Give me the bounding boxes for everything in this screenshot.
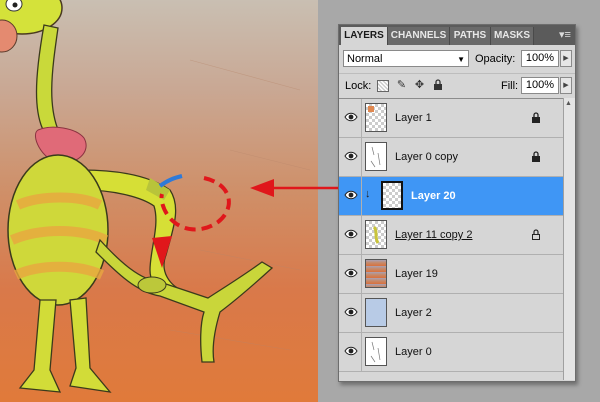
- eye-icon: [344, 307, 358, 317]
- lock-options-row: Lock: ✎ ✥ Fill: 100% ▶: [339, 73, 575, 98]
- layer-row-layer-20[interactable]: ↓ Layer 20: [339, 177, 563, 216]
- fill-label: Fill:: [501, 80, 519, 92]
- lock-transparent-pixels-icon[interactable]: [377, 80, 389, 92]
- layer-row-layer-1[interactable]: Layer 1: [339, 99, 563, 138]
- layer-name: Layer 19: [395, 268, 438, 280]
- opacity-label: Opacity:: [475, 53, 516, 65]
- opacity-input[interactable]: 100%: [521, 50, 559, 67]
- layers-panel: LAYERS CHANNELS PATHS MASKS ▾≡ Normal ▼ …: [338, 24, 576, 382]
- eye-icon: [344, 190, 358, 200]
- layer-thumbnail: [365, 220, 387, 249]
- lock-label: Lock:: [345, 80, 372, 92]
- lock-all-icon[interactable]: [431, 79, 444, 92]
- blend-mode-select[interactable]: Normal ▼: [343, 50, 469, 67]
- visibility-toggle[interactable]: [341, 177, 362, 215]
- blend-mode-value: Normal: [347, 53, 383, 65]
- layer-name: Layer 0: [395, 346, 432, 358]
- visibility-toggle[interactable]: [341, 333, 362, 371]
- eye-icon: [344, 229, 358, 239]
- layer-name: Layer 2: [395, 307, 432, 319]
- character-illustration: [0, 0, 311, 393]
- layer-row-layer-11-copy-2[interactable]: Layer 11 copy 2: [339, 216, 563, 255]
- layer-thumbnail: [381, 181, 403, 210]
- tab-paths[interactable]: PATHS: [450, 27, 491, 45]
- layer-list: Layer 1 Layer 0 copy ↓ Layer 20 Layer 11…: [339, 98, 563, 381]
- layer-row-layer-0[interactable]: Layer 0: [339, 333, 563, 372]
- lock-icon: [532, 229, 540, 240]
- layer-name: Layer 1: [395, 112, 432, 124]
- opacity-slider-arrow-icon[interactable]: ▶: [560, 50, 572, 67]
- panel-tab-bar: LAYERS CHANNELS PATHS MASKS ▾≡: [339, 25, 575, 45]
- tab-layers[interactable]: LAYERS: [341, 27, 388, 45]
- panel-menu-icon[interactable]: ▾≡: [558, 28, 572, 42]
- lock-position-icon[interactable]: ✥: [413, 79, 426, 92]
- visibility-toggle[interactable]: [341, 255, 362, 293]
- blend-options-row: Normal ▼ Opacity: 100% ▶: [339, 47, 575, 73]
- visibility-toggle[interactable]: [341, 99, 362, 137]
- layer-row-layer-2[interactable]: Layer 2: [339, 294, 563, 333]
- visibility-toggle[interactable]: [341, 138, 362, 176]
- fill-input[interactable]: 100%: [521, 77, 559, 94]
- layer-thumbnail: [365, 259, 387, 288]
- dropdown-arrow-icon: ▼: [457, 55, 465, 64]
- visibility-toggle[interactable]: [341, 294, 362, 332]
- eye-icon: [344, 268, 358, 278]
- tab-masks[interactable]: MASKS: [491, 27, 534, 45]
- lock-icon: [532, 112, 540, 123]
- eye-icon: [344, 151, 358, 161]
- layer-name: Layer 11 copy 2: [395, 229, 473, 241]
- eye-icon: [344, 112, 358, 122]
- layer-name: Layer 20: [411, 190, 456, 202]
- clipping-mask-arrow-icon: ↓: [365, 188, 371, 200]
- layer-thumbnail: [365, 103, 387, 132]
- document-canvas[interactable]: [0, 0, 318, 402]
- visibility-toggle[interactable]: [341, 216, 362, 254]
- fill-slider-arrow-icon[interactable]: ▶: [560, 77, 572, 94]
- eye-icon: [344, 346, 358, 356]
- scroll-up-arrow-icon[interactable]: ▲: [565, 100, 572, 107]
- layer-thumbnail: [365, 142, 387, 171]
- layer-name: Layer 0 copy: [395, 151, 458, 163]
- lock-image-pixels-icon[interactable]: ✎: [395, 79, 408, 92]
- layer-thumbnail: [365, 337, 387, 366]
- layer-list-scrollbar[interactable]: ▲: [563, 98, 575, 380]
- layer-thumbnail: [365, 298, 387, 327]
- lock-icon: [532, 151, 540, 162]
- tab-channels[interactable]: CHANNELS: [388, 27, 450, 45]
- layer-row-layer-19[interactable]: Layer 19: [339, 255, 563, 294]
- layer-row-layer-0-copy[interactable]: Layer 0 copy: [339, 138, 563, 177]
